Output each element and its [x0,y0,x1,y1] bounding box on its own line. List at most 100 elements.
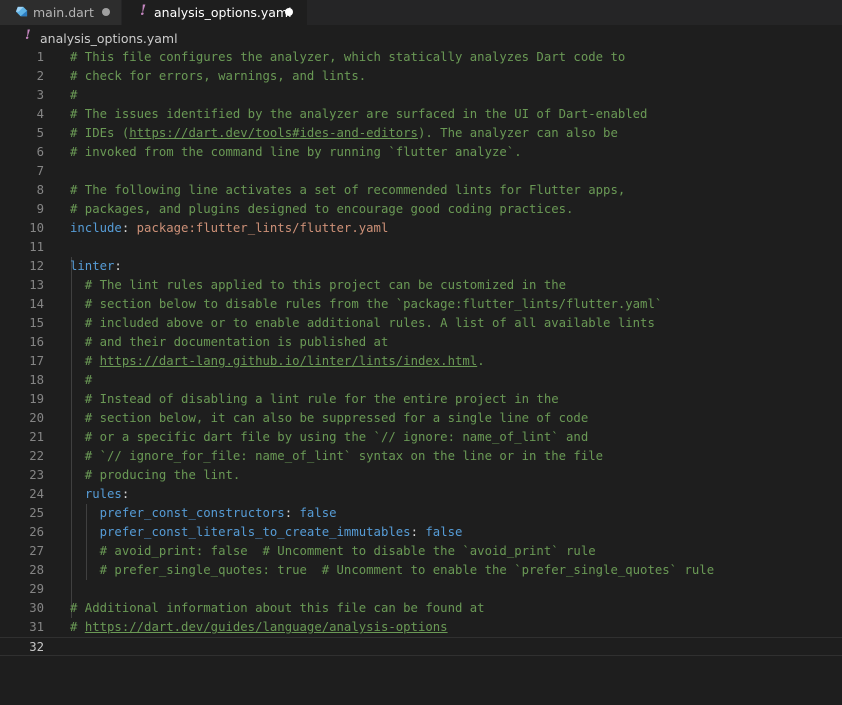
code-text: # The following line activates a set of … [70,181,625,200]
code-line[interactable]: 19 # Instead of disabling a lint rule fo… [0,390,842,409]
code-line[interactable]: 10 include: package:flutter_lints/flutter… [0,219,842,238]
code-line[interactable]: 21 # or a specific dart file by using th… [0,428,842,447]
tab-label: analysis_options.yaml [154,5,292,20]
code-line[interactable]: 16 # and their documentation is publishe… [0,333,842,352]
code-line[interactable]: 5 # IDEs (https://dart.dev/tools#ides-and… [0,124,842,143]
code-text: # Additional information about this file… [70,599,485,618]
code-line[interactable]: 32 [0,637,842,656]
code-text: # The lint rules applied to this project… [70,276,566,295]
tab-main-dart[interactable]: main.dart [0,0,122,25]
code-line[interactable]: 11 [0,238,842,257]
code-text: # and their documentation is published a… [70,333,389,352]
code-text: include: package:flutter_lints/flutter.y… [70,219,388,238]
code-line[interactable]: 30 # Additional information about this fi… [0,599,842,618]
code-line[interactable]: 23 # producing the lint. [0,466,842,485]
code-token: # producing the lint. [70,468,241,482]
code-line[interactable]: 28 # prefer_single_quotes: true # Uncomm… [0,561,842,580]
line-number: 22 [29,449,44,463]
line-number: 26 [29,525,44,539]
code-token: # The following line activates a set of … [70,183,626,197]
code-text: # invoked from the command line by runni… [70,143,522,162]
line-number: 16 [29,335,44,349]
code-line[interactable]: 17 # https://dart-lang.github.io/linter/… [0,352,842,371]
code-text: # prefer_single_quotes: true # Uncomment… [70,561,714,580]
code-token: # section below to disable rules from th… [70,297,663,311]
code-token: : [114,259,122,273]
tab-analysis-options-yaml[interactable]: ! analysis_options.yaml [122,0,307,25]
line-number: 11 [29,240,44,254]
code-text: # This file configures the analyzer, whi… [70,48,625,67]
code-line[interactable]: 7 [0,162,842,181]
code-line[interactable]: 15 # included above or to enable additio… [0,314,842,333]
line-number: 8 [36,183,44,197]
line-number: 14 [29,297,44,311]
code-token: # or a specific dart file by using the `… [70,430,589,444]
code-line[interactable]: 25 prefer_const_constructors: false [0,504,842,523]
line-number: 25 [29,506,44,520]
code-line[interactable]: 6 # invoked from the command line by runn… [0,143,842,162]
code-link[interactable]: https://dart-lang.github.io/linter/lints… [100,354,478,368]
code-line[interactable]: 14 # section below to disable rules from… [0,295,842,314]
code-token: # Additional information about this file… [70,601,485,615]
code-text: # IDEs (https://dart.dev/tools#ides-and-… [70,124,618,143]
code-line[interactable]: 20 # section below, it can also be suppr… [0,409,842,428]
code-text: # `// ignore_for_file: name_of_lint` syn… [70,447,603,466]
code-text: # section below to disable rules from th… [70,295,662,314]
line-number: 5 [36,126,44,140]
line-number: 32 [29,640,44,654]
code-text: # packages, and plugins designed to enco… [70,200,573,219]
code-line[interactable]: 24 rules: [0,485,842,504]
code-token: prefer_const_literals_to_create_immutabl… [99,525,411,539]
code-editor[interactable]: 1 # This file configures the analyzer, wh… [0,48,842,705]
breadcrumb-file[interactable]: analysis_options.yaml [40,31,178,46]
line-number: 19 [29,392,44,406]
code-token: # [70,88,78,102]
code-line[interactable]: 2 # check for errors, warnings, and lints… [0,67,842,86]
code-line[interactable]: 13 # The lint rules applied to this proj… [0,276,842,295]
line-number: 10 [29,221,44,235]
line-number: 7 [36,164,44,178]
code-token: : [121,221,137,235]
code-link[interactable]: https://dart.dev/tools#ides-and-editors [129,126,418,140]
code-text: # or a specific dart file by using the `… [70,428,588,447]
unsaved-dot-icon[interactable] [285,8,293,16]
code-line[interactable]: 26 prefer_const_literals_to_create_immut… [0,523,842,542]
code-token: # section below, it can also be suppress… [70,411,589,425]
line-number: 18 [29,373,44,387]
line-number: 9 [36,202,44,216]
line-number: 23 [29,468,44,482]
code-line[interactable]: 1 # This file configures the analyzer, wh… [0,48,842,67]
code-text: # section below, it can also be suppress… [70,409,588,428]
code-token: false [299,506,337,520]
code-line[interactable]: 27 # avoid_print: false # Uncomment to d… [0,542,842,561]
code-line[interactable]: 4 # The issues identified by the analyzer… [0,105,842,124]
line-number: 21 [29,430,44,444]
line-number: 15 [29,316,44,330]
unsaved-dot-icon[interactable] [102,8,110,16]
code-token: # [70,620,85,634]
code-link[interactable]: https://dart.dev/guides/language/analysi… [85,620,448,634]
code-token: # Instead of disabling a lint rule for t… [70,392,559,406]
line-number: 27 [29,544,44,558]
code-text: linter: [70,257,122,276]
code-token: : [410,525,426,539]
code-text: # avoid_print: false # Uncomment to disa… [70,542,596,561]
code-line[interactable]: 9 # packages, and plugins designed to enc… [0,200,842,219]
code-token: linter [70,259,115,273]
code-line[interactable]: 22 # `// ignore_for_file: name_of_lint` … [0,447,842,466]
code-line[interactable]: 29 [0,580,842,599]
code-text: # check for errors, warnings, and lints. [70,67,366,86]
code-token: # [70,354,100,368]
code-line[interactable]: 8 # The following line activates a set of… [0,181,842,200]
line-number: 31 [29,620,44,634]
code-text: # [70,86,77,105]
code-line[interactable]: 12 linter: [0,257,842,276]
tab-bar: main.dart ! analysis_options.yaml [0,0,842,25]
code-line[interactable]: 3 # [0,86,842,105]
code-line[interactable]: 31 # https://dart.dev/guides/language/ana… [0,618,842,637]
code-line[interactable]: 18 # [0,371,842,390]
line-number: 2 [36,69,44,83]
line-number: 20 [29,411,44,425]
code-text: rules: [70,485,129,504]
